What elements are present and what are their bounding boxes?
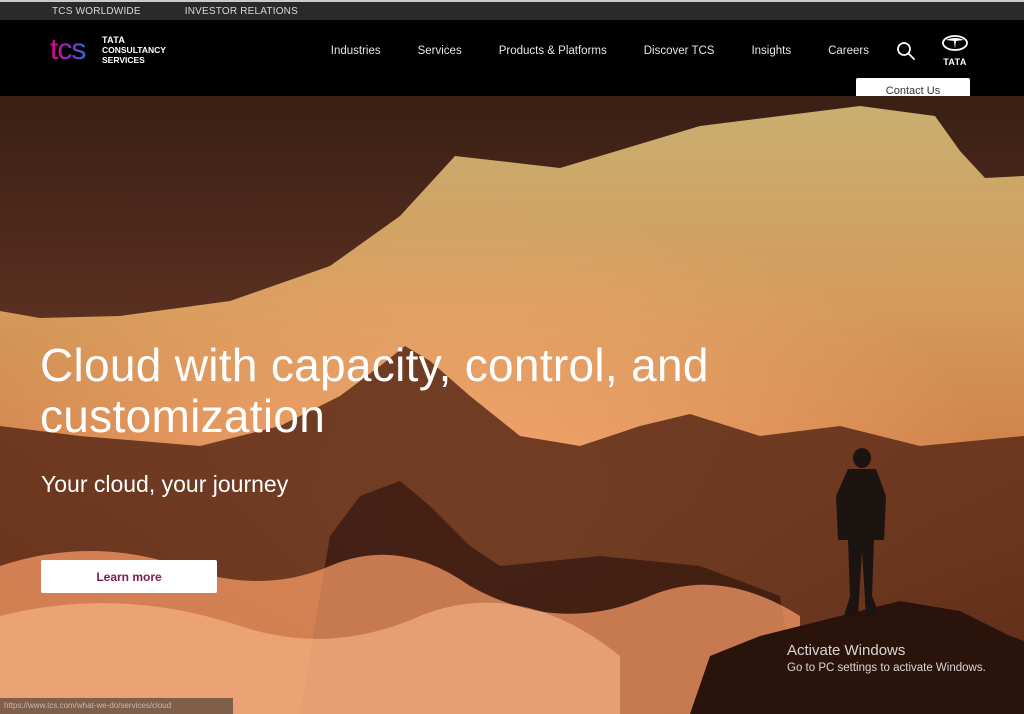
tata-logo[interactable]: TATA bbox=[940, 35, 970, 67]
logo-line-tata: TATA bbox=[102, 35, 126, 45]
tcs-logo[interactable]: tcs TATA CONSULTANCY SERVICES bbox=[50, 34, 166, 66]
logo-line-consultancy: CONSULTANCY bbox=[102, 45, 166, 55]
nav-products-platforms[interactable]: Products & Platforms bbox=[499, 45, 607, 57]
nav-discover-tcs[interactable]: Discover TCS bbox=[644, 45, 715, 57]
activate-windows-subtitle: Go to PC settings to activate Windows. bbox=[787, 662, 986, 674]
activate-windows-watermark: Activate Windows Go to PC settings to ac… bbox=[787, 642, 986, 674]
nav-services[interactable]: Services bbox=[418, 45, 462, 57]
primary-menu: Industries Services Products & Platforms… bbox=[331, 20, 869, 82]
tcs-logo-letters: tcs bbox=[50, 34, 85, 66]
investor-relations-link[interactable]: INVESTOR RELATIONS bbox=[185, 6, 298, 17]
hero-headline-line-2: customization bbox=[40, 390, 326, 442]
hero-subheadline: Your cloud, your journey bbox=[41, 471, 289, 497]
hero-headline-line-1: Cloud with capacity, control, and bbox=[40, 339, 709, 391]
tcs-worldwide-link[interactable]: TCS WORLDWIDE bbox=[52, 6, 141, 17]
browser-status-url: https://www.tcs.com/what-we-do/services/… bbox=[0, 698, 233, 714]
nav-careers[interactable]: Careers bbox=[828, 45, 869, 57]
tcs-logo-mark: tcs bbox=[50, 34, 86, 66]
hero-banner: Cloud with capacity, control, and custom… bbox=[0, 96, 1024, 714]
learn-more-button[interactable]: Learn more bbox=[41, 560, 217, 593]
tata-wordmark: TATA bbox=[943, 57, 967, 67]
search-icon[interactable] bbox=[896, 41, 916, 61]
logo-line-services: SERVICES bbox=[102, 55, 145, 65]
tata-emblem-icon bbox=[942, 35, 968, 51]
hero-headline: Cloud with capacity, control, and custom… bbox=[40, 340, 760, 442]
nav-industries[interactable]: Industries bbox=[331, 45, 381, 57]
activate-windows-title: Activate Windows bbox=[787, 642, 906, 659]
tcs-logo-wordmark: TATA CONSULTANCY SERVICES bbox=[102, 35, 166, 65]
nav-insights[interactable]: Insights bbox=[751, 45, 791, 57]
utility-bar: TCS WORLDWIDE INVESTOR RELATIONS bbox=[0, 0, 1024, 20]
